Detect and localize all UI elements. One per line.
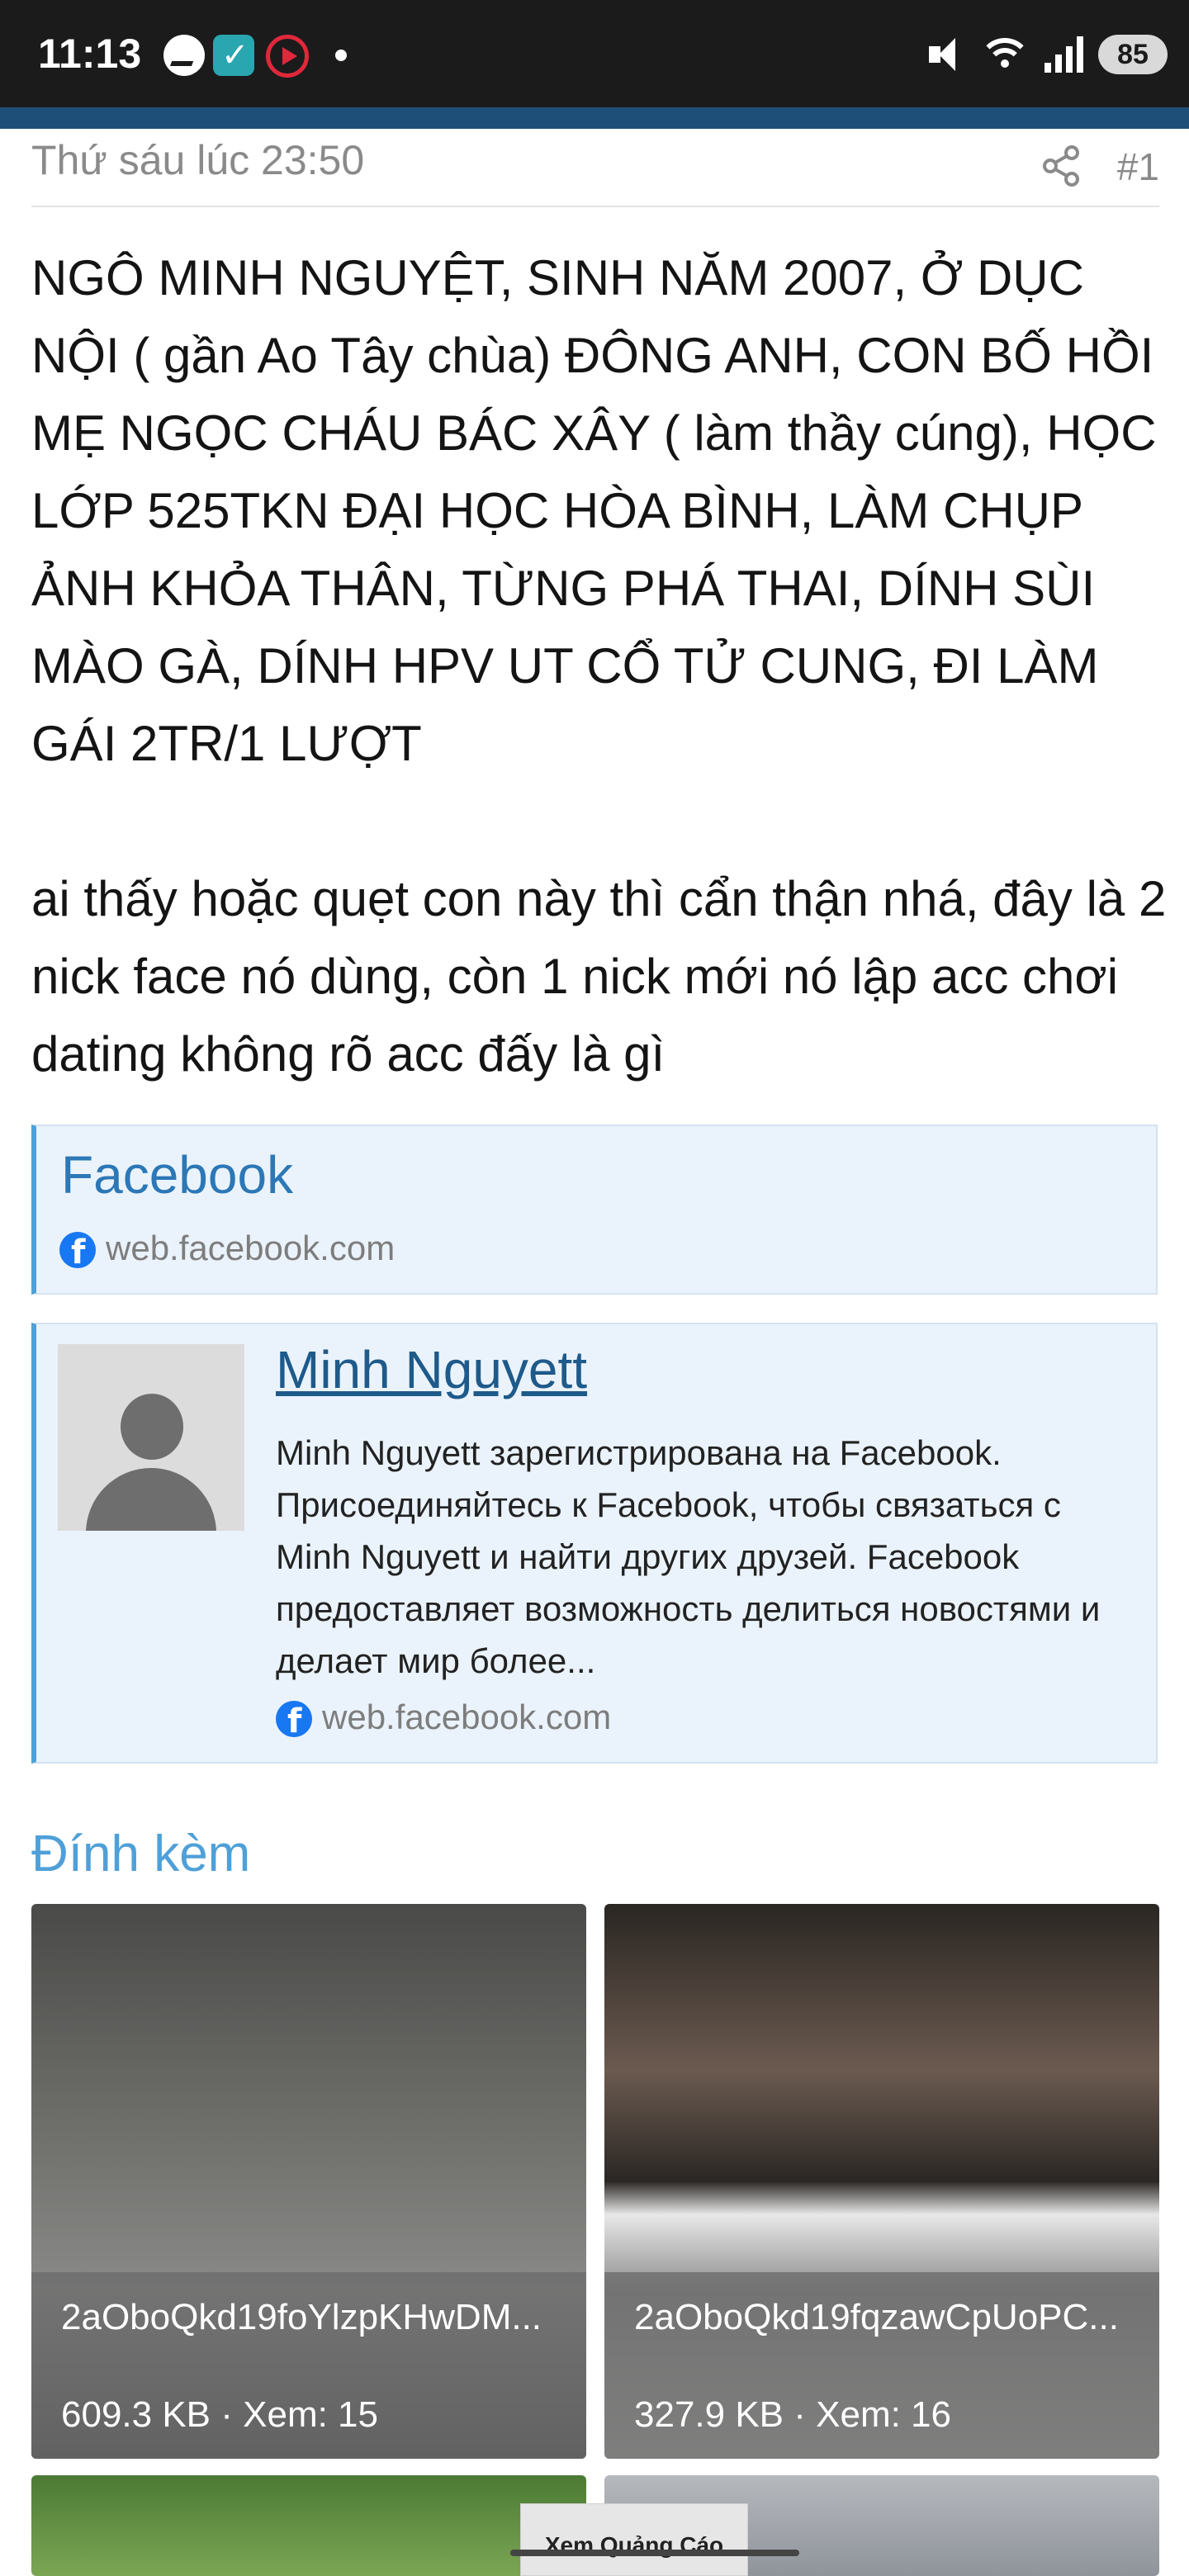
- facebook-icon: [59, 1232, 96, 1271]
- gesture-bar: [510, 2550, 799, 2556]
- status-bar: 11:13 85: [0, 0, 1189, 107]
- facebook-icon: [276, 1701, 312, 1740]
- post-number-link[interactable]: #1: [1117, 144, 1159, 189]
- attachment-name: 2aOboQkd19fqzawCpUoPC...: [634, 2297, 1119, 2337]
- check-app-icon: [213, 35, 254, 76]
- avatar-placeholder-icon: [58, 1344, 244, 1531]
- attachment-meta: 609.3 KB · Xem: 15: [61, 2394, 378, 2435]
- attachment-thumbnail[interactable]: 2aOboQkd19foYlzpKHwDM... 609.3 KB · Xem:…: [31, 1904, 586, 2459]
- link-card-domain: web.facebook.com: [322, 1698, 612, 1736]
- post-paragraph: ai thấy hoặc quẹt con này thì cẩn thận n…: [31, 871, 1167, 1082]
- attachment-thumbnail[interactable]: [31, 2475, 586, 2576]
- header-strip: [0, 107, 1189, 129]
- battery-icon: 85: [1098, 35, 1168, 74]
- mute-icon: [926, 35, 965, 74]
- view-ad-button[interactable]: Xem Quảng Cáo: [520, 2503, 748, 2576]
- link-card-title[interactable]: Minh Nguyett: [276, 1339, 587, 1400]
- link-preview-card[interactable]: Facebook web.facebook.com: [31, 1125, 1158, 1295]
- status-time: 11:13: [38, 31, 142, 77]
- messenger-icon: [163, 35, 205, 76]
- link-preview-card[interactable]: Minh Nguyett Minh Nguyett зарегистрирова…: [31, 1323, 1158, 1764]
- link-card-domain: web.facebook.com: [106, 1229, 396, 1267]
- attachment-info: 2aOboQkd19fqzawCpUoPC... 327.9 KB · Xem:…: [604, 2272, 1159, 2459]
- attachment-name: 2aOboQkd19foYlzpKHwDM...: [61, 2297, 542, 2337]
- status-icons: 85: [926, 31, 1168, 78]
- post-body: NGÔ MINH NGUYỆT, SINH NĂM 2007, Ở DỤC NỘ…: [31, 239, 1171, 1093]
- post-date[interactable]: Thứ sáu lúc 23:50: [31, 136, 364, 184]
- attachment-info: 2aOboQkd19foYlzpKHwDM... 609.3 KB · Xem:…: [31, 2272, 586, 2459]
- attachments-heading: Đính kèm: [31, 1825, 251, 1882]
- notification-dot-icon: [335, 50, 347, 61]
- play-app-icon: [266, 35, 309, 78]
- wifi-icon: [980, 35, 1030, 74]
- link-card-description: Minh Nguyett зарегистрирована на Faceboo…: [276, 1433, 1101, 1680]
- attachment-thumbnail[interactable]: 2aOboQkd19fqzawCpUoPC... 327.9 KB · Xem:…: [604, 1904, 1159, 2459]
- attachment-meta: 327.9 KB · Xem: 16: [634, 2394, 951, 2435]
- signal-icon: [1045, 36, 1083, 73]
- post-header: Thứ sáu lúc 23:50 #1: [31, 136, 1159, 207]
- post-paragraph: NGÔ MINH NGUYỆT, SINH NĂM 2007, Ở DỤC NỘ…: [31, 250, 1157, 771]
- share-icon[interactable]: [1039, 143, 1085, 189]
- link-card-title[interactable]: Facebook: [61, 1144, 293, 1205]
